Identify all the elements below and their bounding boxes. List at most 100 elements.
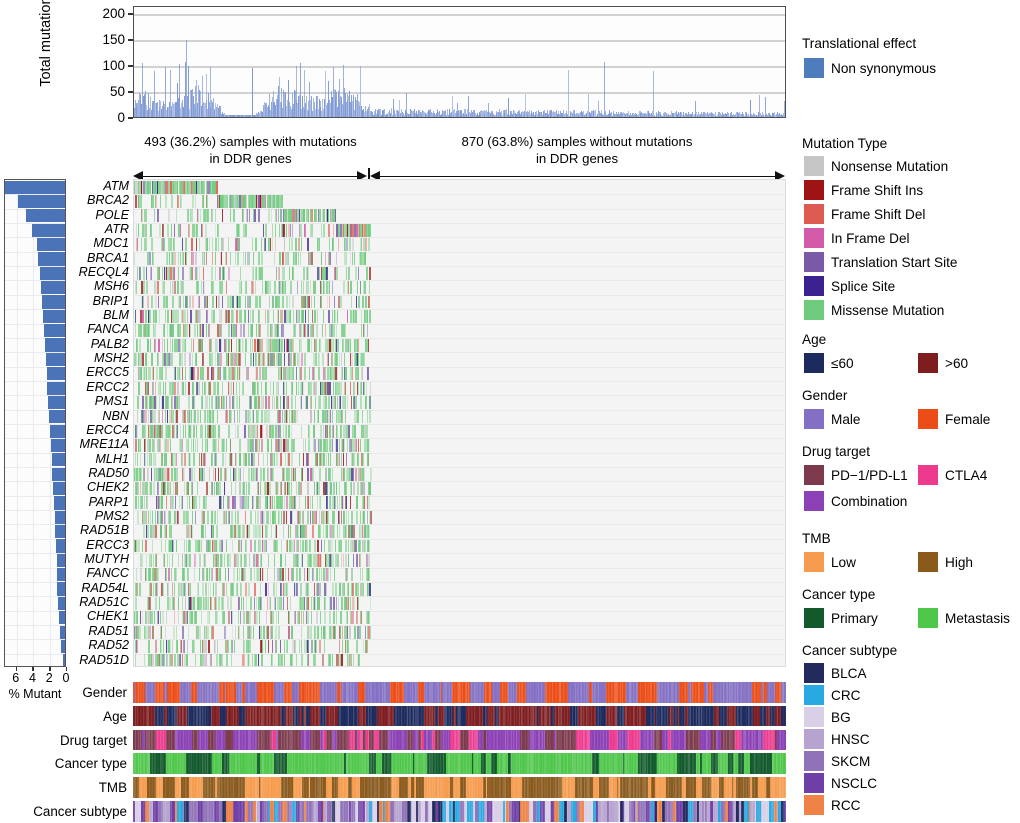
mutation-cell: [239, 395, 240, 409]
mutation-cell: [255, 525, 258, 539]
mutation-cell: [164, 439, 166, 452]
mutation-cell: [360, 352, 362, 366]
mutation-cell: [367, 539, 369, 553]
mutation-cell: [266, 281, 269, 295]
mutation-cell: [191, 496, 194, 510]
mutation-cell: [206, 410, 209, 424]
mutation-cell: [233, 381, 235, 395]
mutation-cell: [157, 338, 160, 352]
mutation-cell: [258, 324, 261, 338]
mutation-cell: [310, 611, 312, 625]
gene-label: BLM: [103, 308, 129, 323]
mutation-cell: [357, 625, 360, 639]
mutation-cell: [214, 582, 217, 596]
mutation-cell: [195, 381, 198, 395]
mutation-cell: [216, 352, 218, 366]
mutation-cell: [237, 223, 240, 237]
mutation-cell: [230, 338, 233, 352]
mutation-cell: [222, 266, 225, 280]
mutation-cell: [184, 453, 187, 467]
mutation-cell: [353, 309, 355, 323]
mutation-cell: [184, 582, 187, 596]
mutation-cell: [265, 611, 267, 625]
mutation-cell: [287, 611, 290, 625]
mutation-cell: [230, 324, 233, 338]
mutation-cell: [218, 367, 220, 381]
mutation-cell: [205, 582, 208, 596]
mutation-cell: [153, 467, 156, 481]
mutation-cell: [236, 295, 239, 309]
mutation-cell: [221, 338, 223, 352]
mutation-cell: [136, 238, 139, 252]
mutation-cell: [333, 381, 335, 395]
gene-label: ERCC5: [86, 365, 129, 380]
mutation-cell: [342, 639, 344, 653]
mutation-cell: [360, 553, 362, 567]
mutation-cell: [195, 238, 197, 252]
mutation-cell: [171, 395, 173, 409]
mutation-cell: [252, 238, 254, 252]
mutation-cell: [266, 496, 268, 510]
mutation-cell: [214, 381, 216, 395]
mutation-cell: [236, 238, 239, 252]
mutation-cell: [303, 639, 306, 653]
mutation-cell: [271, 510, 274, 524]
mutation-cell: [328, 252, 330, 266]
gene-label: PARP1: [88, 494, 129, 509]
mutation-cell: [364, 525, 366, 539]
mutation-cell: [220, 395, 223, 409]
total-mutations-barplot: [133, 6, 786, 118]
mutation-cell: [218, 424, 220, 438]
mutation-cell: [167, 309, 169, 323]
mutation-cell: [154, 424, 157, 438]
gene-label: MUTYH: [84, 552, 129, 567]
mutation-cell: [302, 525, 304, 539]
mutation-cell: [167, 582, 169, 596]
mutation-cell: [296, 381, 298, 395]
mutation-cell: [266, 625, 269, 639]
mutation-cell: [243, 611, 245, 625]
mutation-cell: [337, 367, 339, 381]
mutation-cell: [199, 625, 202, 639]
percent-mutant-bar: [49, 410, 65, 424]
mutation-cell: [277, 295, 279, 309]
gene-label: MDC1: [93, 236, 129, 251]
mutation-cell: [169, 539, 171, 553]
mutation-cell: [218, 439, 220, 452]
mutation-cell: [264, 223, 267, 237]
mutation-cell: [331, 324, 334, 338]
mutation-cell: [137, 496, 140, 510]
percent-mutant-bar: [57, 582, 65, 596]
mutation-cell: [198, 266, 201, 280]
mutation-cell: [360, 582, 362, 596]
mutation-cell: [214, 209, 216, 223]
mutation-cell: [143, 266, 146, 280]
mutation-cell: [179, 295, 182, 309]
mutation-cell: [284, 238, 286, 252]
mutation-cell: [351, 568, 353, 582]
mutation-cell: [332, 525, 334, 539]
mutation-cell: [250, 510, 253, 524]
mutation-cell: [308, 568, 311, 582]
mutation-cell: [239, 281, 241, 295]
mutation-cell: [278, 568, 280, 582]
mutation-cell: [141, 496, 144, 510]
mutation-cell: [200, 539, 203, 553]
mutation-cell: [200, 596, 202, 610]
mutation-cell: [152, 295, 154, 309]
mutation-cell: [271, 525, 273, 539]
mutation-cell: [317, 496, 319, 510]
mutation-cell: [337, 596, 340, 610]
mutation-cell: [212, 410, 214, 424]
mutation-cell: [258, 352, 260, 366]
mutation-cell: [207, 209, 209, 223]
mutation-cell: [156, 367, 158, 381]
mutation-cell: [323, 439, 325, 452]
mutation-cell: [191, 510, 194, 524]
mutation-cell: [368, 238, 370, 252]
mutation-cell: [265, 582, 267, 596]
mutation-cell: [205, 295, 208, 309]
mutation-cell: [223, 496, 225, 510]
mutation-burden-bar: [251, 67, 253, 117]
mutation-cell: [182, 324, 185, 338]
